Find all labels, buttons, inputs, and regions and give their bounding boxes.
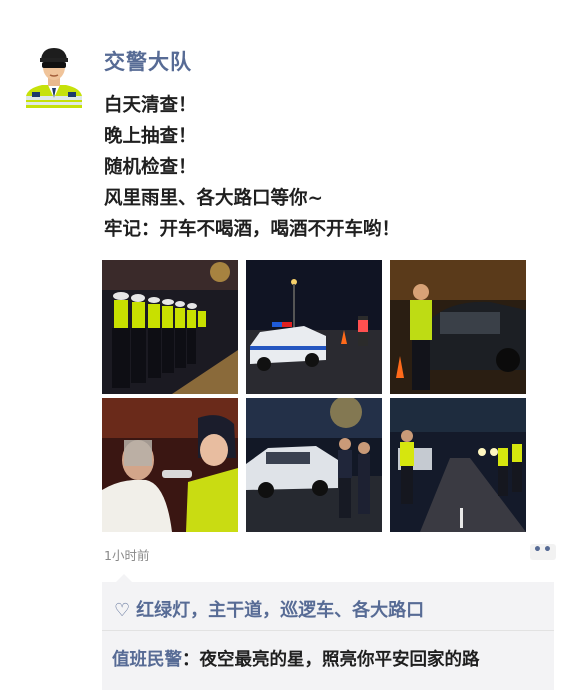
post-author-name[interactable]: 交警大队	[104, 46, 192, 76]
photo-officers-lineup[interactable]	[102, 260, 238, 394]
comment-author[interactable]: 值班民警	[112, 650, 182, 670]
photo-grid	[102, 260, 526, 532]
photo-breathalyzer[interactable]	[102, 398, 238, 532]
post-timestamp: 1小时前	[104, 548, 150, 563]
post-line: 随机检查！	[104, 157, 197, 178]
photo-road-checkpoint[interactable]	[390, 398, 526, 532]
post-line: 白天清查！	[104, 95, 197, 116]
post-line: 牢记：开车不喝酒，喝酒不开车哟！	[104, 219, 401, 240]
post-line: 风里雨里、各大路口等你~	[104, 188, 324, 209]
likes-row[interactable]: ♡ 红绿灯，主干道，巡逻车、各大路口	[114, 596, 424, 622]
photo-car-check[interactable]	[390, 260, 526, 394]
panel-arrow	[116, 574, 132, 582]
likes-names[interactable]: 红绿灯，主干道，巡逻车、各大路口	[136, 600, 424, 621]
traffic-police-avatar-icon	[26, 48, 82, 108]
comment-item[interactable]: 值班民警：夜空最亮的星，照亮你平安回家的路	[112, 646, 480, 671]
likes-comments-panel: ♡ 红绿灯，主干道，巡逻车、各大路口 值班民警：夜空最亮的星，照亮你平安回家的路	[102, 574, 554, 690]
photo-white-car[interactable]	[246, 398, 382, 532]
avatar[interactable]	[22, 44, 86, 108]
post-line: 晚上抽查！	[104, 126, 197, 147]
comment-text: 夜空最亮的星，照亮你平安回家的路	[199, 650, 480, 670]
heart-icon: ♡	[114, 600, 131, 621]
more-options-button[interactable]: ••	[530, 543, 556, 560]
divider	[102, 630, 554, 631]
comment-separator: ：	[182, 650, 200, 670]
post-text: 白天清查！ 晚上抽查！ 随机检查！ 风里雨里、各大路口等你~ 牢记：开车不喝酒，…	[104, 90, 544, 245]
photo-police-car[interactable]	[246, 260, 382, 394]
